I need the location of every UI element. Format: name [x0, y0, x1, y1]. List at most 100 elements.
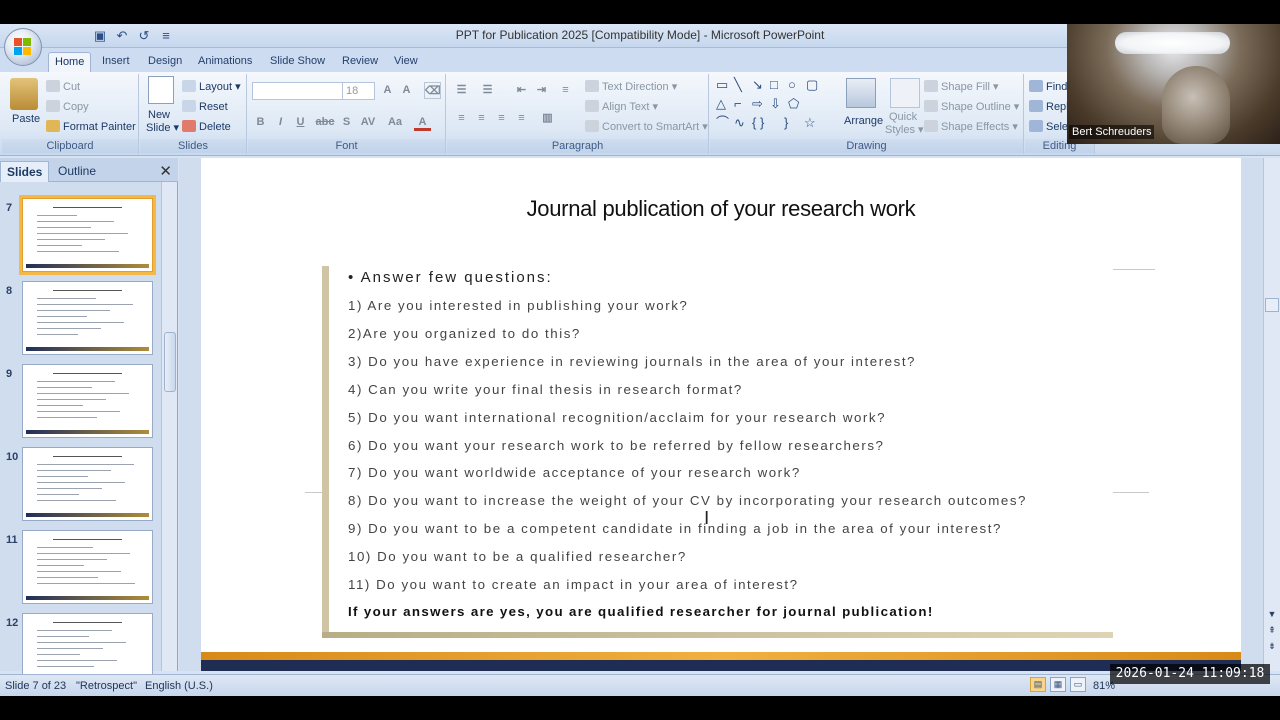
- slide-scrollbar[interactable]: ▼ ⇞ ⇟: [1263, 158, 1280, 671]
- tab-animations[interactable]: Animations: [192, 52, 258, 72]
- next-slide-icon[interactable]: ⇟: [1265, 640, 1279, 652]
- timestamp-overlay: 2026-01-24 11:09:18: [1110, 664, 1270, 684]
- arrange-icon[interactable]: [846, 78, 876, 108]
- change-case-icon[interactable]: Aa: [384, 114, 406, 131]
- oval-shape-icon[interactable]: ○: [788, 78, 796, 92]
- down-arrow-shape-icon[interactable]: ⇩: [770, 97, 781, 111]
- tab-insert[interactable]: Insert: [96, 52, 136, 72]
- shadow-icon[interactable]: S: [338, 114, 355, 131]
- font-size-field[interactable]: 18: [342, 82, 375, 100]
- arrow-shape-icon[interactable]: ↘: [752, 78, 763, 92]
- grow-font-icon[interactable]: A: [379, 82, 396, 99]
- tab-review[interactable]: Review: [336, 52, 384, 72]
- right-arrow-shape-icon[interactable]: ⇨: [752, 97, 763, 111]
- shapes-gallery[interactable]: ▭ ╲ ↘ □ ○ ▢ △ ⌐ ⇨ ⇩ ⬠ ⌒ ∿ { } } ☆: [714, 76, 832, 136]
- office-button[interactable]: [4, 28, 42, 66]
- replace-button[interactable]: Repl: [1029, 100, 1069, 114]
- cut-button[interactable]: Cut: [46, 80, 80, 94]
- tab-design[interactable]: Design: [142, 52, 188, 72]
- copy-button[interactable]: Copy: [46, 100, 89, 114]
- rounded-rect-shape-icon[interactable]: ▢: [806, 78, 818, 92]
- textbox-shape-icon[interactable]: ▭: [716, 78, 728, 92]
- convert-smartart-button[interactable]: Convert to SmartArt ▾: [585, 120, 708, 134]
- slide-thumbnail[interactable]: [22, 530, 153, 604]
- tab-slides[interactable]: Slides: [0, 161, 50, 182]
- increase-indent-icon[interactable]: ⇥: [533, 82, 550, 99]
- decrease-indent-icon[interactable]: ⇤: [513, 82, 530, 99]
- align-text-button[interactable]: Align Text ▾: [585, 100, 658, 114]
- rectangle-shape-icon[interactable]: □: [770, 78, 778, 92]
- slide-sorter-icon[interactable]: ▦: [1050, 677, 1066, 692]
- tab-view[interactable]: View: [388, 52, 424, 72]
- theme-name: "Retrospect": [76, 680, 137, 692]
- text-direction-button[interactable]: Text Direction ▾: [585, 80, 677, 94]
- quick-styles-dropdown[interactable]: Styles ▾: [885, 123, 924, 137]
- clear-formatting-icon[interactable]: ⌫: [424, 82, 441, 99]
- shape-outline-button[interactable]: Shape Outline ▾: [924, 100, 1019, 114]
- scroll-thumb[interactable]: [164, 332, 176, 392]
- brace-shape-icon[interactable]: { }: [752, 116, 764, 130]
- reset-button[interactable]: Reset: [182, 100, 228, 114]
- shape-fill-button[interactable]: Shape Fill ▾: [924, 80, 999, 94]
- slide-thumbnail[interactable]: [22, 447, 153, 521]
- italic-icon[interactable]: I: [272, 114, 289, 131]
- scroll-down-icon[interactable]: ▼: [1265, 608, 1279, 620]
- slide-thumbnail[interactable]: [22, 364, 153, 438]
- shrink-font-icon[interactable]: A: [398, 82, 415, 99]
- slide-title[interactable]: Journal publication of your research wor…: [201, 196, 1241, 222]
- slide-show-icon[interactable]: ▭: [1070, 677, 1086, 692]
- panel-scrollbar[interactable]: [161, 182, 177, 671]
- character-spacing-icon[interactable]: AV: [358, 114, 378, 131]
- font-color-icon[interactable]: A: [414, 114, 431, 131]
- tab-outline[interactable]: Outline: [52, 161, 102, 182]
- new-slide-button[interactable]: New: [148, 108, 170, 122]
- align-center-icon[interactable]: ≡: [473, 110, 490, 127]
- connector-shape-icon[interactable]: ⌐: [734, 97, 742, 111]
- slide[interactable]: Journal publication of your research wor…: [201, 158, 1241, 671]
- bracket-shape-icon[interactable]: }: [784, 116, 788, 130]
- text-cursor-icon: I: [704, 508, 710, 529]
- scroll-thumb[interactable]: [1265, 298, 1279, 312]
- arrange-button[interactable]: Arrange: [844, 114, 883, 128]
- triangle-shape-icon[interactable]: △: [716, 97, 726, 111]
- bullets-icon[interactable]: ☰: [453, 82, 470, 99]
- font-name-field[interactable]: [252, 82, 344, 100]
- star-shape-icon[interactable]: ☆: [804, 116, 816, 130]
- normal-view-icon[interactable]: ▤: [1030, 677, 1046, 692]
- strikethrough-icon[interactable]: abc: [314, 114, 336, 131]
- shape-effects-button[interactable]: Shape Effects ▾: [924, 120, 1018, 134]
- slides-label: Slides: [140, 139, 246, 153]
- find-button[interactable]: Find: [1029, 80, 1067, 94]
- format-painter-button[interactable]: Format Painter: [46, 120, 136, 134]
- new-slide-icon[interactable]: [148, 76, 174, 104]
- align-right-icon[interactable]: ≡: [493, 110, 510, 127]
- paste-icon[interactable]: [10, 78, 38, 110]
- line-spacing-icon[interactable]: ≡: [557, 82, 574, 99]
- underline-icon[interactable]: U: [292, 114, 309, 131]
- layout-button[interactable]: Layout ▾: [182, 80, 241, 94]
- justify-icon[interactable]: ≡: [513, 110, 530, 127]
- curve-shape-icon[interactable]: ∿: [734, 116, 745, 130]
- language-status[interactable]: English (U.S.): [145, 680, 213, 692]
- tab-slide-show[interactable]: Slide Show: [264, 52, 331, 72]
- question-item: 8) Do you want to increase the weight of…: [348, 493, 1027, 509]
- slide-thumbnail[interactable]: [19, 195, 156, 275]
- slide-thumbnail[interactable]: [22, 281, 153, 355]
- body-textbox[interactable]: • Answer few questions: 1) Are you inter…: [322, 266, 1112, 638]
- quick-styles-icon[interactable]: [890, 78, 920, 108]
- tab-home[interactable]: Home: [48, 52, 92, 72]
- quick-styles-button[interactable]: Quick: [889, 110, 917, 124]
- line-shape-icon[interactable]: ╲: [734, 78, 742, 92]
- close-icon[interactable]: ✕: [159, 162, 172, 180]
- freeform-shape-icon[interactable]: ⌒: [716, 116, 729, 130]
- new-slide-dropdown[interactable]: Slide ▾: [146, 121, 179, 135]
- pentagon-shape-icon[interactable]: ⬠: [788, 97, 799, 111]
- columns-icon[interactable]: ▥: [539, 110, 556, 127]
- numbering-icon[interactable]: ☰: [479, 82, 496, 99]
- previous-slide-icon[interactable]: ⇞: [1265, 624, 1279, 636]
- select-button[interactable]: Sele: [1029, 120, 1068, 134]
- paste-button[interactable]: Paste: [12, 112, 40, 126]
- delete-button[interactable]: Delete: [182, 120, 231, 134]
- bold-icon[interactable]: B: [252, 114, 269, 131]
- align-left-icon[interactable]: ≡: [453, 110, 470, 127]
